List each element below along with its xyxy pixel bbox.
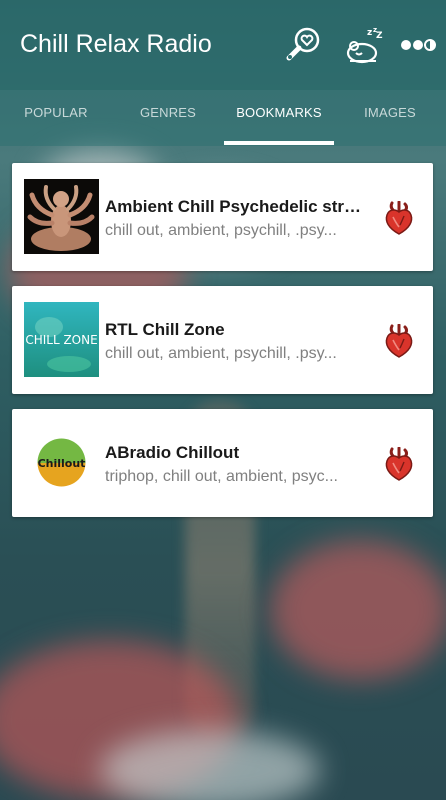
tab-images[interactable]: IMAGES (334, 90, 446, 146)
svg-text:Chillout: Chillout (38, 457, 86, 470)
station-title: ABradio Chillout (105, 443, 240, 462)
app-bar: Chill Relax Radio z z Z (0, 0, 446, 90)
deity-statue-thumbnail (24, 179, 99, 254)
tab-genres[interactable]: GENRES (112, 90, 224, 146)
tab-popular[interactable]: POPULAR (0, 90, 112, 146)
active-tab-indicator (224, 141, 334, 145)
app-title: Chill Relax Radio (20, 30, 212, 58)
anatomical-heart-icon[interactable] (384, 323, 414, 358)
svg-text:z: z (367, 28, 372, 38)
background-cloud (270, 540, 446, 680)
bookmark-card[interactable]: Ambient Chill Psychedelic stre... chill … (12, 163, 433, 271)
tab-bar: POPULAR GENRES BOOKMARKS IMAGES (0, 90, 446, 146)
more-options-icon[interactable] (400, 38, 436, 52)
anatomical-heart-icon[interactable] (384, 200, 414, 235)
svg-text:CHILL ZONE: CHILL ZONE (25, 333, 97, 347)
app-screen: Chill Relax Radio z z Z POPULAR GENRES B… (0, 0, 446, 800)
station-title: Ambient Chill Psychedelic stre... (105, 197, 365, 216)
chill-zone-thumbnail: CHILL ZONE (24, 302, 99, 377)
chillout-logo-thumbnail: Chillout (24, 425, 99, 500)
search-heart-icon[interactable] (284, 26, 322, 64)
background-cloud (100, 730, 320, 800)
anatomical-heart-icon[interactable] (384, 446, 414, 481)
station-tags: triphop, chill out, ambient, psyc... (105, 468, 338, 485)
station-title: RTL Chill Zone (105, 320, 225, 339)
bookmark-card[interactable]: Chillout ABradio Chillout triphop, chill… (12, 409, 433, 517)
svg-text:Z: Z (376, 31, 383, 41)
station-tags: chill out, ambient, psychill, .psy... (105, 345, 337, 362)
sleep-timer-icon[interactable]: z z Z (345, 26, 383, 64)
tab-bookmarks[interactable]: BOOKMARKS (224, 90, 334, 146)
station-tags: chill out, ambient, psychill, .psy... (105, 222, 337, 239)
bookmark-card[interactable]: CHILL ZONE RTL Chill Zone chill out, amb… (12, 286, 433, 394)
